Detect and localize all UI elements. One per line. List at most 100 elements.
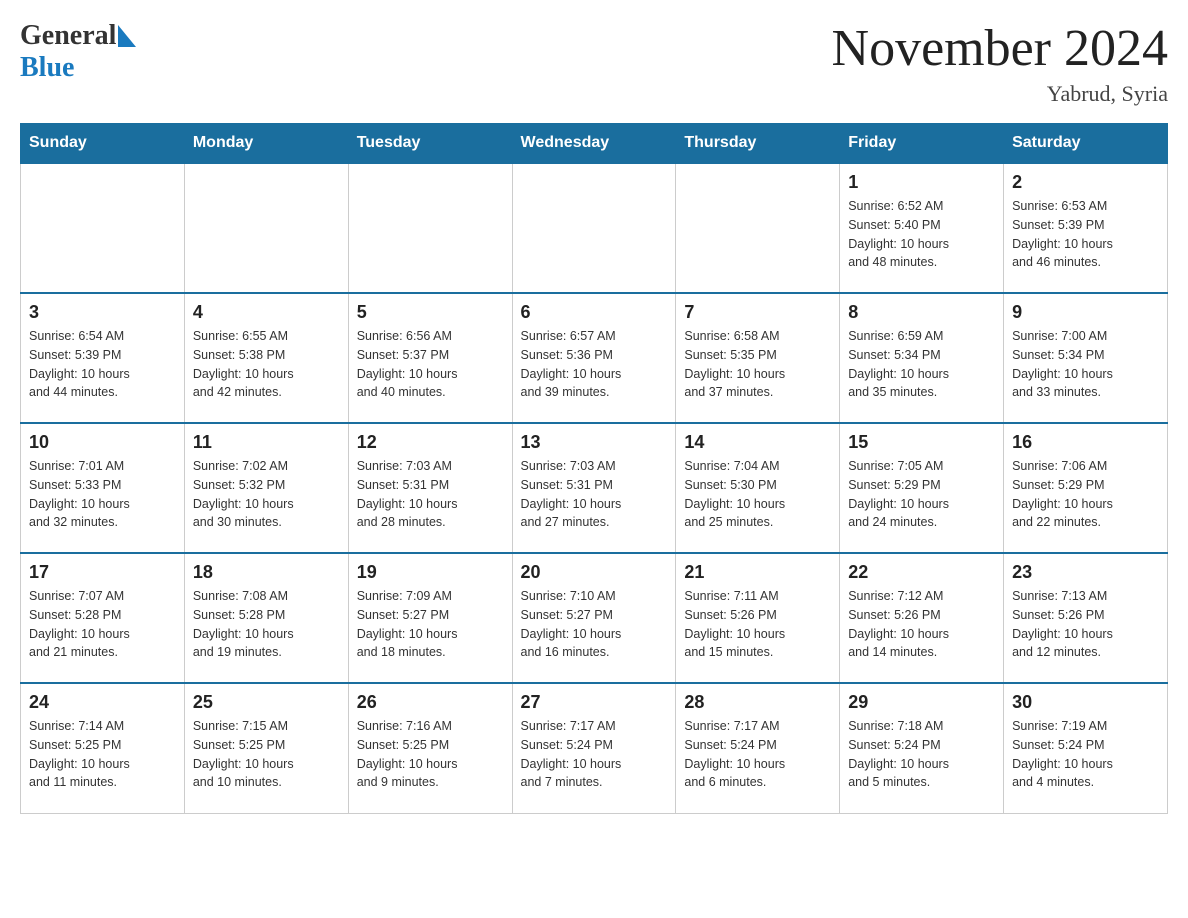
- calendar-cell: 6 Sunrise: 6:57 AMSunset: 5:36 PMDaylight…: [512, 293, 676, 423]
- calendar-cell: 14 Sunrise: 7:04 AMSunset: 5:30 PMDayligh…: [676, 423, 840, 553]
- calendar-cell: 18 Sunrise: 7:08 AMSunset: 5:28 PMDayligh…: [184, 553, 348, 683]
- calendar-cell: 20 Sunrise: 7:10 AMSunset: 5:27 PMDayligh…: [512, 553, 676, 683]
- calendar-cell: 13 Sunrise: 7:03 AMSunset: 5:31 PMDayligh…: [512, 423, 676, 553]
- day-info: Sunrise: 6:53 AMSunset: 5:39 PMDaylight:…: [1012, 197, 1159, 272]
- day-number: 1: [848, 172, 995, 193]
- day-info: Sunrise: 7:17 AMSunset: 5:24 PMDaylight:…: [684, 717, 831, 792]
- day-info: Sunrise: 7:19 AMSunset: 5:24 PMDaylight:…: [1012, 717, 1159, 792]
- day-number: 29: [848, 692, 995, 713]
- calendar-subtitle: Yabrud, Syria: [832, 81, 1168, 107]
- day-info: Sunrise: 7:02 AMSunset: 5:32 PMDaylight:…: [193, 457, 340, 532]
- calendar-table: SundayMondayTuesdayWednesdayThursdayFrid…: [20, 123, 1168, 814]
- day-info: Sunrise: 7:15 AMSunset: 5:25 PMDaylight:…: [193, 717, 340, 792]
- calendar-cell: 2Sunrise: 6:53 AMSunset: 5:39 PMDaylight…: [1004, 163, 1168, 293]
- calendar-cell: 11 Sunrise: 7:02 AMSunset: 5:32 PMDayligh…: [184, 423, 348, 553]
- column-header-saturday: Saturday: [1004, 124, 1168, 164]
- week-row-4: 17Sunrise: 7:07 AMSunset: 5:28 PMDayligh…: [21, 553, 1168, 683]
- calendar-cell: 29Sunrise: 7:18 AMSunset: 5:24 PMDayligh…: [840, 683, 1004, 813]
- calendar-cell: 12 Sunrise: 7:03 AMSunset: 5:31 PMDayligh…: [348, 423, 512, 553]
- calendar-cell: 9 Sunrise: 7:00 AMSunset: 5:34 PMDaylight…: [1004, 293, 1168, 423]
- calendar-cell: 7Sunrise: 6:58 AMSunset: 5:35 PMDaylight…: [676, 293, 840, 423]
- day-number: 25: [193, 692, 340, 713]
- calendar-cell: 3Sunrise: 6:54 AMSunset: 5:39 PMDaylight…: [21, 293, 185, 423]
- column-header-tuesday: Tuesday: [348, 124, 512, 164]
- day-info: Sunrise: 7:03 AMSunset: 5:31 PMDaylight:…: [521, 457, 668, 532]
- calendar-header: SundayMondayTuesdayWednesdayThursdayFrid…: [21, 124, 1168, 164]
- day-number: 6: [521, 302, 668, 323]
- day-info: Sunrise: 6:59 AMSunset: 5:34 PMDaylight:…: [848, 327, 995, 402]
- day-info: Sunrise: 6:58 AMSunset: 5:35 PMDaylight:…: [684, 327, 831, 402]
- day-number: 18: [193, 562, 340, 583]
- day-number: 30: [1012, 692, 1159, 713]
- calendar-cell: 25 Sunrise: 7:15 AMSunset: 5:25 PMDayligh…: [184, 683, 348, 813]
- day-info: Sunrise: 7:17 AMSunset: 5:24 PMDaylight:…: [521, 717, 668, 792]
- day-info: Sunrise: 7:16 AMSunset: 5:25 PMDaylight:…: [357, 717, 504, 792]
- day-number: 19: [357, 562, 504, 583]
- calendar-cell: 27 Sunrise: 7:17 AMSunset: 5:24 PMDayligh…: [512, 683, 676, 813]
- day-number: 15: [848, 432, 995, 453]
- calendar-cell: 30 Sunrise: 7:19 AMSunset: 5:24 PMDayligh…: [1004, 683, 1168, 813]
- day-info: Sunrise: 7:07 AMSunset: 5:28 PMDaylight:…: [29, 587, 176, 662]
- column-header-friday: Friday: [840, 124, 1004, 164]
- title-area: November 2024 Yabrud, Syria: [832, 20, 1168, 107]
- column-header-sunday: Sunday: [21, 124, 185, 164]
- calendar-title: November 2024: [832, 20, 1168, 77]
- calendar-cell: 8 Sunrise: 6:59 AMSunset: 5:34 PMDaylight…: [840, 293, 1004, 423]
- week-row-5: 24 Sunrise: 7:14 AMSunset: 5:25 PMDayligh…: [21, 683, 1168, 813]
- day-number: 12: [357, 432, 504, 453]
- day-info: Sunrise: 7:10 AMSunset: 5:27 PMDaylight:…: [521, 587, 668, 662]
- calendar-cell: 24 Sunrise: 7:14 AMSunset: 5:25 PMDayligh…: [21, 683, 185, 813]
- column-header-wednesday: Wednesday: [512, 124, 676, 164]
- day-number: 3: [29, 302, 176, 323]
- calendar-cell: 28Sunrise: 7:17 AMSunset: 5:24 PMDayligh…: [676, 683, 840, 813]
- calendar-cell: 23 Sunrise: 7:13 AMSunset: 5:26 PMDayligh…: [1004, 553, 1168, 683]
- day-info: Sunrise: 7:11 AMSunset: 5:26 PMDaylight:…: [684, 587, 831, 662]
- logo: General Blue: [20, 20, 136, 84]
- header: General Blue November 2024 Yabrud, Syria: [20, 20, 1168, 107]
- day-info: Sunrise: 7:05 AMSunset: 5:29 PMDaylight:…: [848, 457, 995, 532]
- day-number: 23: [1012, 562, 1159, 583]
- calendar-cell: 22 Sunrise: 7:12 AMSunset: 5:26 PMDayligh…: [840, 553, 1004, 683]
- day-number: 14: [684, 432, 831, 453]
- day-info: Sunrise: 7:14 AMSunset: 5:25 PMDaylight:…: [29, 717, 176, 792]
- day-info: Sunrise: 7:09 AMSunset: 5:27 PMDaylight:…: [357, 587, 504, 662]
- week-row-2: 3Sunrise: 6:54 AMSunset: 5:39 PMDaylight…: [21, 293, 1168, 423]
- day-info: Sunrise: 6:52 AMSunset: 5:40 PMDaylight:…: [848, 197, 995, 272]
- day-info: Sunrise: 7:06 AMSunset: 5:29 PMDaylight:…: [1012, 457, 1159, 532]
- day-number: 22: [848, 562, 995, 583]
- day-info: Sunrise: 6:56 AMSunset: 5:37 PMDaylight:…: [357, 327, 504, 402]
- day-number: 27: [521, 692, 668, 713]
- day-number: 13: [521, 432, 668, 453]
- day-number: 8: [848, 302, 995, 323]
- day-info: Sunrise: 7:13 AMSunset: 5:26 PMDaylight:…: [1012, 587, 1159, 662]
- day-info: Sunrise: 7:08 AMSunset: 5:28 PMDaylight:…: [193, 587, 340, 662]
- day-info: Sunrise: 7:00 AMSunset: 5:34 PMDaylight:…: [1012, 327, 1159, 402]
- calendar-cell: 16Sunrise: 7:06 AMSunset: 5:29 PMDayligh…: [1004, 423, 1168, 553]
- day-info: Sunrise: 7:01 AMSunset: 5:33 PMDaylight:…: [29, 457, 176, 532]
- calendar-cell: 17Sunrise: 7:07 AMSunset: 5:28 PMDayligh…: [21, 553, 185, 683]
- day-info: Sunrise: 7:12 AMSunset: 5:26 PMDaylight:…: [848, 587, 995, 662]
- calendar-cell: [184, 163, 348, 293]
- day-number: 24: [29, 692, 176, 713]
- calendar-cell: [348, 163, 512, 293]
- calendar-cell: 15 Sunrise: 7:05 AMSunset: 5:29 PMDayligh…: [840, 423, 1004, 553]
- week-row-1: 1 Sunrise: 6:52 AMSunset: 5:40 PMDaylight…: [21, 163, 1168, 293]
- day-number: 20: [521, 562, 668, 583]
- day-info: Sunrise: 7:03 AMSunset: 5:31 PMDaylight:…: [357, 457, 504, 532]
- day-number: 5: [357, 302, 504, 323]
- day-info: Sunrise: 6:55 AMSunset: 5:38 PMDaylight:…: [193, 327, 340, 402]
- logo-triangle-icon: [118, 25, 136, 52]
- calendar-cell: 10Sunrise: 7:01 AMSunset: 5:33 PMDayligh…: [21, 423, 185, 553]
- calendar-cell: 19 Sunrise: 7:09 AMSunset: 5:27 PMDayligh…: [348, 553, 512, 683]
- calendar-cell: [21, 163, 185, 293]
- day-number: 9: [1012, 302, 1159, 323]
- calendar-cell: 21Sunrise: 7:11 AMSunset: 5:26 PMDayligh…: [676, 553, 840, 683]
- calendar-cell: 26 Sunrise: 7:16 AMSunset: 5:25 PMDayligh…: [348, 683, 512, 813]
- week-row-3: 10Sunrise: 7:01 AMSunset: 5:33 PMDayligh…: [21, 423, 1168, 553]
- day-info: Sunrise: 6:57 AMSunset: 5:36 PMDaylight:…: [521, 327, 668, 402]
- day-number: 11: [193, 432, 340, 453]
- day-number: 4: [193, 302, 340, 323]
- day-number: 26: [357, 692, 504, 713]
- day-info: Sunrise: 7:04 AMSunset: 5:30 PMDaylight:…: [684, 457, 831, 532]
- calendar-cell: [676, 163, 840, 293]
